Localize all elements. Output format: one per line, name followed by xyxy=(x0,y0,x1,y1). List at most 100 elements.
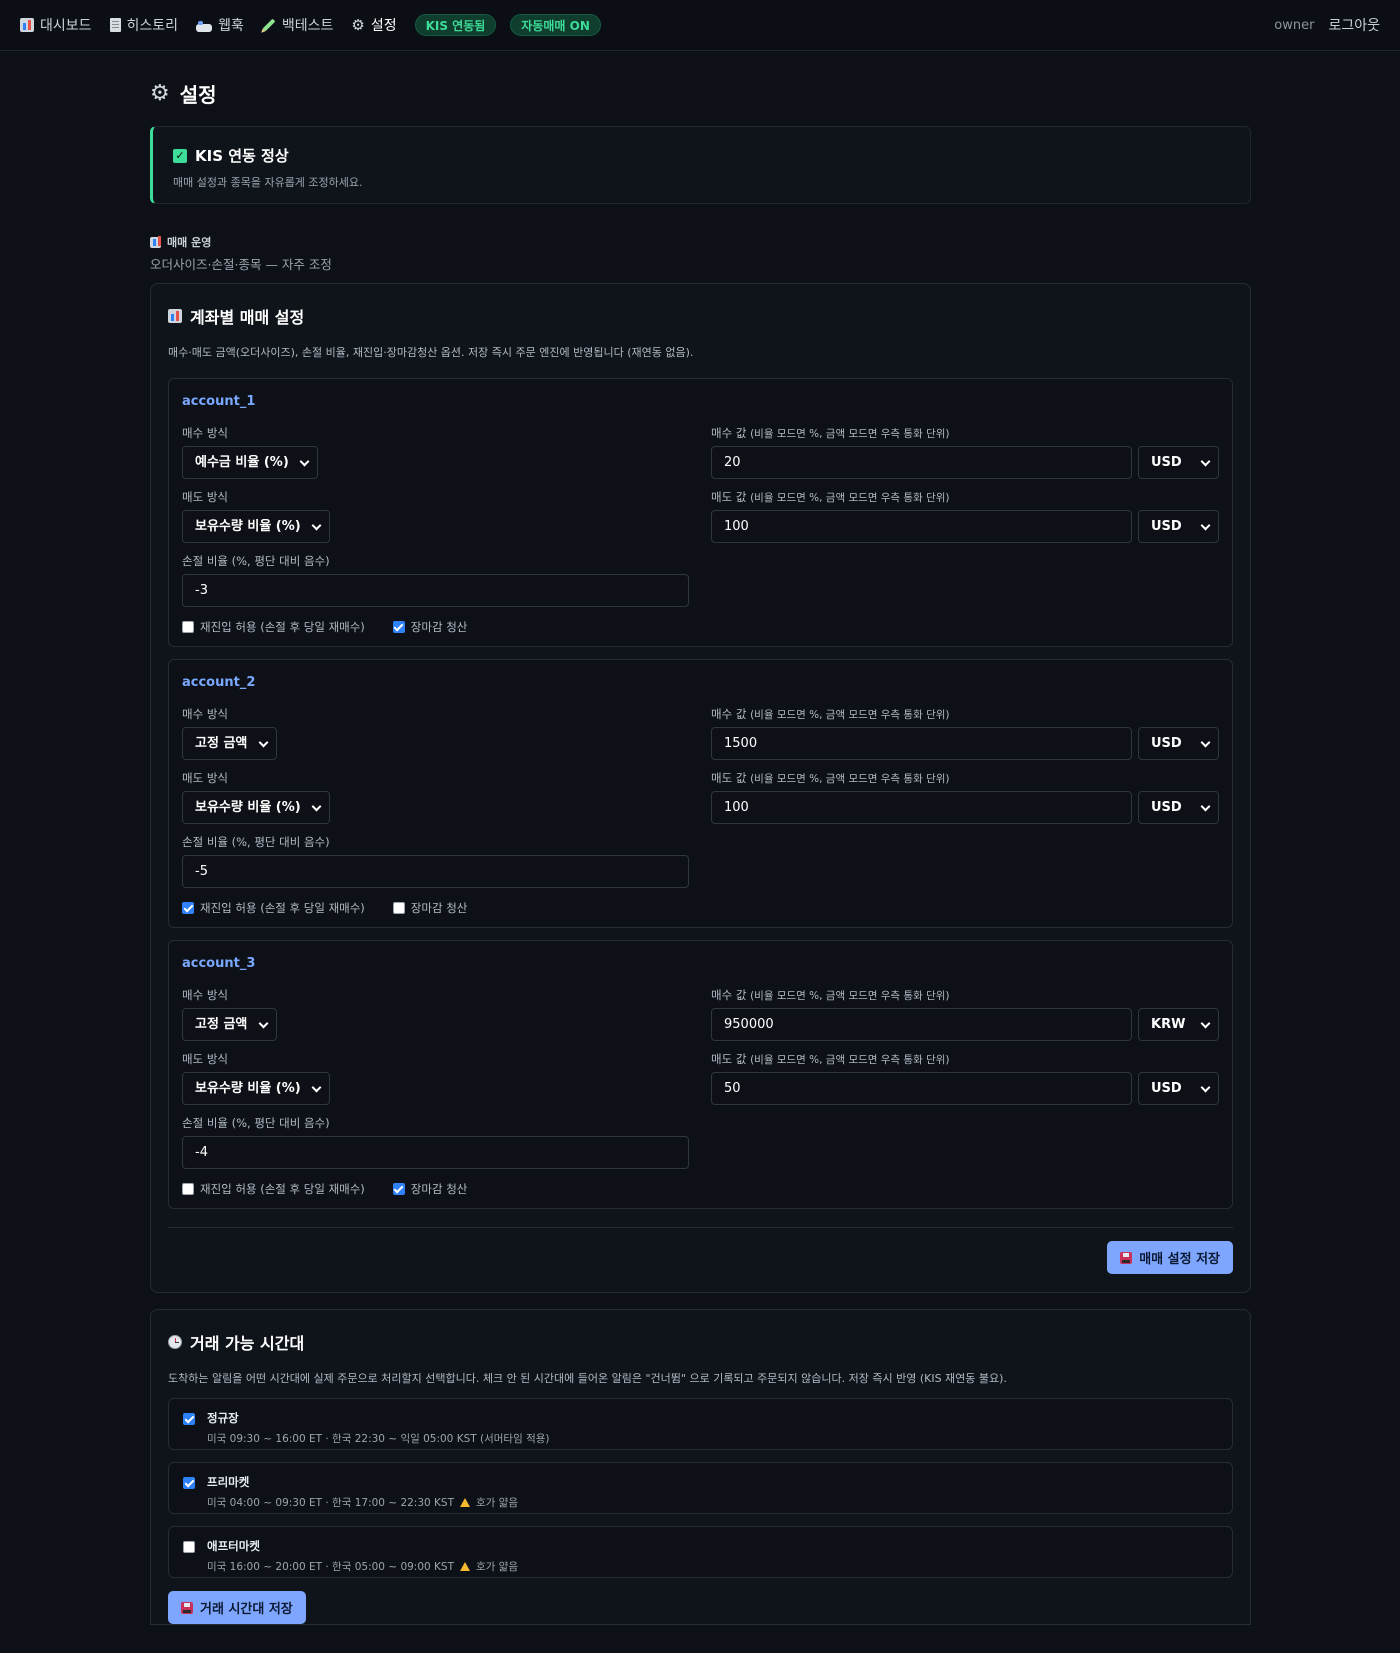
warning-icon xyxy=(460,1498,470,1507)
auto-trading-badge: 자동매매 ON xyxy=(510,14,601,36)
account-panel: account_2 매수 방식 고정 금액 매수 값 (비율 모드면 %, 금액… xyxy=(168,659,1233,928)
checkbox-box[interactable] xyxy=(182,621,194,633)
checkbox-box[interactable] xyxy=(392,621,405,633)
section-label: 매매 운영 xyxy=(150,234,1251,250)
buy-method-select[interactable]: 고정 금액 xyxy=(182,727,277,760)
chevron-down-icon: 보유수량 비율 (%) xyxy=(182,510,330,543)
reentry-checkbox[interactable]: 재진입 허용 (손절 후 당일 재매수) xyxy=(182,619,365,635)
card-description: 매수·매도 금액(오더사이즈), 손절 비율, 재진입·장마감청산 옵션. 저장… xyxy=(168,346,694,359)
dashboard-icon xyxy=(20,18,34,32)
reentry-checkbox[interactable]: 재진입 허용 (손절 후 당일 재매수) xyxy=(182,900,365,916)
session-desc: 미국 09:30 ~ 16:00 ET · 한국 22:30 ~ 익일 05:0… xyxy=(207,1431,554,1446)
logout-link[interactable]: 로그아웃 xyxy=(1328,15,1380,35)
floppy-icon xyxy=(181,1601,193,1614)
floppy-icon xyxy=(1120,1251,1133,1264)
session-desc-text: 미국 09:30 ~ 16:00 ET · 한국 22:30 ~ 익일 05:0… xyxy=(207,1433,550,1445)
banner-title: KIS 연동 정상 xyxy=(195,147,289,165)
session-name: 정규장 xyxy=(207,1411,239,1425)
buy-value-input[interactable] xyxy=(711,727,1132,760)
buy-currency-select[interactable]: USD xyxy=(1138,727,1219,760)
save-trading-button[interactable]: 매매 설정 저장 xyxy=(1107,1241,1233,1274)
session-checkbox[interactable] xyxy=(183,1413,195,1425)
page-title: ⚙ 설정 xyxy=(150,79,1251,108)
nav-item-history[interactable]: 히스토리 xyxy=(109,15,178,35)
account-panel: account_1 매수 방식 예수금 비율 (%) 매수 값 (비율 모드면 … xyxy=(168,378,1233,647)
nav-label: 웹훅 xyxy=(218,18,244,34)
button-label: 거래 시간대 저장 xyxy=(200,1602,293,1617)
checkbox-box[interactable] xyxy=(182,1183,194,1195)
buy-method-label: 매수 방식 xyxy=(182,707,228,721)
session-name: 프리마켓 xyxy=(207,1475,250,1489)
session-warning: 호가 얇음 xyxy=(476,1497,518,1509)
sell-value-label: 매도 값 (비율 모드면 %, 금액 모드면 우측 통화 단위) xyxy=(711,771,950,785)
checkbox-box[interactable] xyxy=(182,902,194,914)
close-exit-checkbox[interactable]: 장마감 청산 xyxy=(392,900,467,916)
buy-currency-select[interactable]: KRW xyxy=(1138,1008,1219,1041)
nav-item-settings[interactable]: ⚙ 설정 xyxy=(351,15,396,35)
gear-icon: ⚙ xyxy=(150,80,170,106)
sell-value-input[interactable] xyxy=(711,510,1132,543)
card-description: 도착하는 알림을 어떤 시간대에 실제 주문으로 처리할지 선택합니다. 체크 … xyxy=(168,1372,1007,1385)
sell-value-label: 매도 값 (비율 모드면 %, 금액 모드면 우측 통화 단위) xyxy=(711,1052,950,1066)
card-title: 계좌별 매매 설정 xyxy=(168,304,1233,328)
chart-icon xyxy=(168,309,182,323)
sell-method-select[interactable]: 보유수량 비율 (%) xyxy=(182,1072,330,1105)
buy-value-input[interactable] xyxy=(711,446,1132,479)
card-title-text: 계좌별 매매 설정 xyxy=(190,308,305,327)
page-title-text: 설정 xyxy=(179,83,217,107)
save-hours-button[interactable]: 거래 시간대 저장 xyxy=(168,1591,306,1624)
trading-hours-card: 거래 가능 시간대 도착하는 알림을 어떤 시간대에 실제 주문으로 처리할지 … xyxy=(150,1309,1251,1625)
banner-subtitle: 매매 설정과 종목을 자유롭게 조정하세요. xyxy=(173,176,363,189)
section-subtitle: 오더사이즈·손절·종목 — 자주 조정 xyxy=(150,257,332,272)
close-exit-checkbox[interactable]: 장마감 청산 xyxy=(392,619,468,635)
buy-value-label: 매수 값 (비율 모드면 %, 금액 모드면 우측 통화 단위) xyxy=(711,426,950,440)
buy-method-label: 매수 방식 xyxy=(182,426,228,440)
chevron-down-icon: USD xyxy=(1138,446,1219,479)
session-checkbox[interactable] xyxy=(183,1477,195,1489)
checkbox-label: 재진입 허용 (손절 후 당일 재매수) xyxy=(200,1182,365,1196)
chevron-down-icon: USD xyxy=(1138,791,1219,824)
buy-method-select[interactable]: 예수금 비율 (%) xyxy=(182,446,318,479)
stop-loss-input[interactable] xyxy=(182,855,689,888)
kis-status-badge: KIS 연동됨 xyxy=(414,14,497,36)
close-exit-checkbox[interactable]: 장마감 청산 xyxy=(392,1181,468,1197)
session-desc-text: 미국 16:00 ~ 20:00 ET · 한국 05:00 ~ 09:00 K… xyxy=(207,1561,454,1573)
sell-currency-select[interactable]: USD xyxy=(1138,1072,1219,1105)
checkbox-label: 장마감 청산 xyxy=(410,1182,468,1196)
sell-value-input[interactable] xyxy=(711,1072,1132,1105)
user-name: owner xyxy=(1274,17,1315,33)
session-warning: 호가 얇음 xyxy=(476,1561,518,1573)
sell-currency-select[interactable]: USD xyxy=(1138,791,1219,824)
session-option[interactable]: 애프터마켓 미국 16:00 ~ 20:00 ET · 한국 05:00 ~ 0… xyxy=(168,1526,1233,1578)
checkbox-box[interactable] xyxy=(392,902,405,914)
sell-currency-select[interactable]: USD xyxy=(1138,510,1219,543)
checkbox-label: 재진입 허용 (손절 후 당일 재매수) xyxy=(200,620,365,634)
stop-loss-input[interactable] xyxy=(182,574,689,607)
stop-loss-input[interactable] xyxy=(182,1136,689,1169)
buy-value-label: 매수 값 (비율 모드면 %, 금액 모드면 우측 통화 단위) xyxy=(711,707,950,721)
sell-value-input[interactable] xyxy=(711,791,1132,824)
account-name: account_3 xyxy=(182,956,256,971)
reentry-checkbox[interactable]: 재진입 허용 (손절 후 당일 재매수) xyxy=(182,1181,365,1197)
nav-item-backtest[interactable]: 백테스트 xyxy=(262,15,333,35)
session-option[interactable]: 프리마켓 미국 04:00 ~ 09:30 ET · 한국 17:00 ~ 22… xyxy=(168,1462,1233,1514)
session-checkbox[interactable] xyxy=(183,1541,195,1553)
sell-method-select[interactable]: 보유수량 비율 (%) xyxy=(182,510,330,543)
nav-item-webhook[interactable]: 웹훅 xyxy=(196,15,244,35)
session-desc: 미국 04:00 ~ 09:30 ET · 한국 17:00 ~ 22:30 K… xyxy=(207,1495,518,1510)
sell-method-label: 매도 방식 xyxy=(182,1052,228,1066)
nav-label: 대시보드 xyxy=(40,18,92,34)
buy-currency-select[interactable]: USD xyxy=(1138,446,1219,479)
stop-loss-label: 손절 비율 (%, 평단 대비 음수) xyxy=(182,1116,330,1130)
sell-method-select[interactable]: 보유수량 비율 (%) xyxy=(182,791,330,824)
card-title: 거래 가능 시간대 xyxy=(168,1330,1233,1354)
checkbox-box[interactable] xyxy=(392,1183,405,1195)
gear-icon: ⚙ xyxy=(351,16,365,34)
buy-value-input[interactable] xyxy=(711,1008,1132,1041)
checkbox-label: 장마감 청산 xyxy=(410,620,468,634)
session-option[interactable]: 정규장 미국 09:30 ~ 16:00 ET · 한국 22:30 ~ 익일 … xyxy=(168,1398,1233,1450)
check-icon: ✓ xyxy=(173,148,187,163)
nav-item-dashboard[interactable]: 대시보드 xyxy=(20,15,92,35)
buy-method-select[interactable]: 고정 금액 xyxy=(182,1008,277,1041)
card-title-text: 거래 가능 시간대 xyxy=(190,1334,305,1353)
